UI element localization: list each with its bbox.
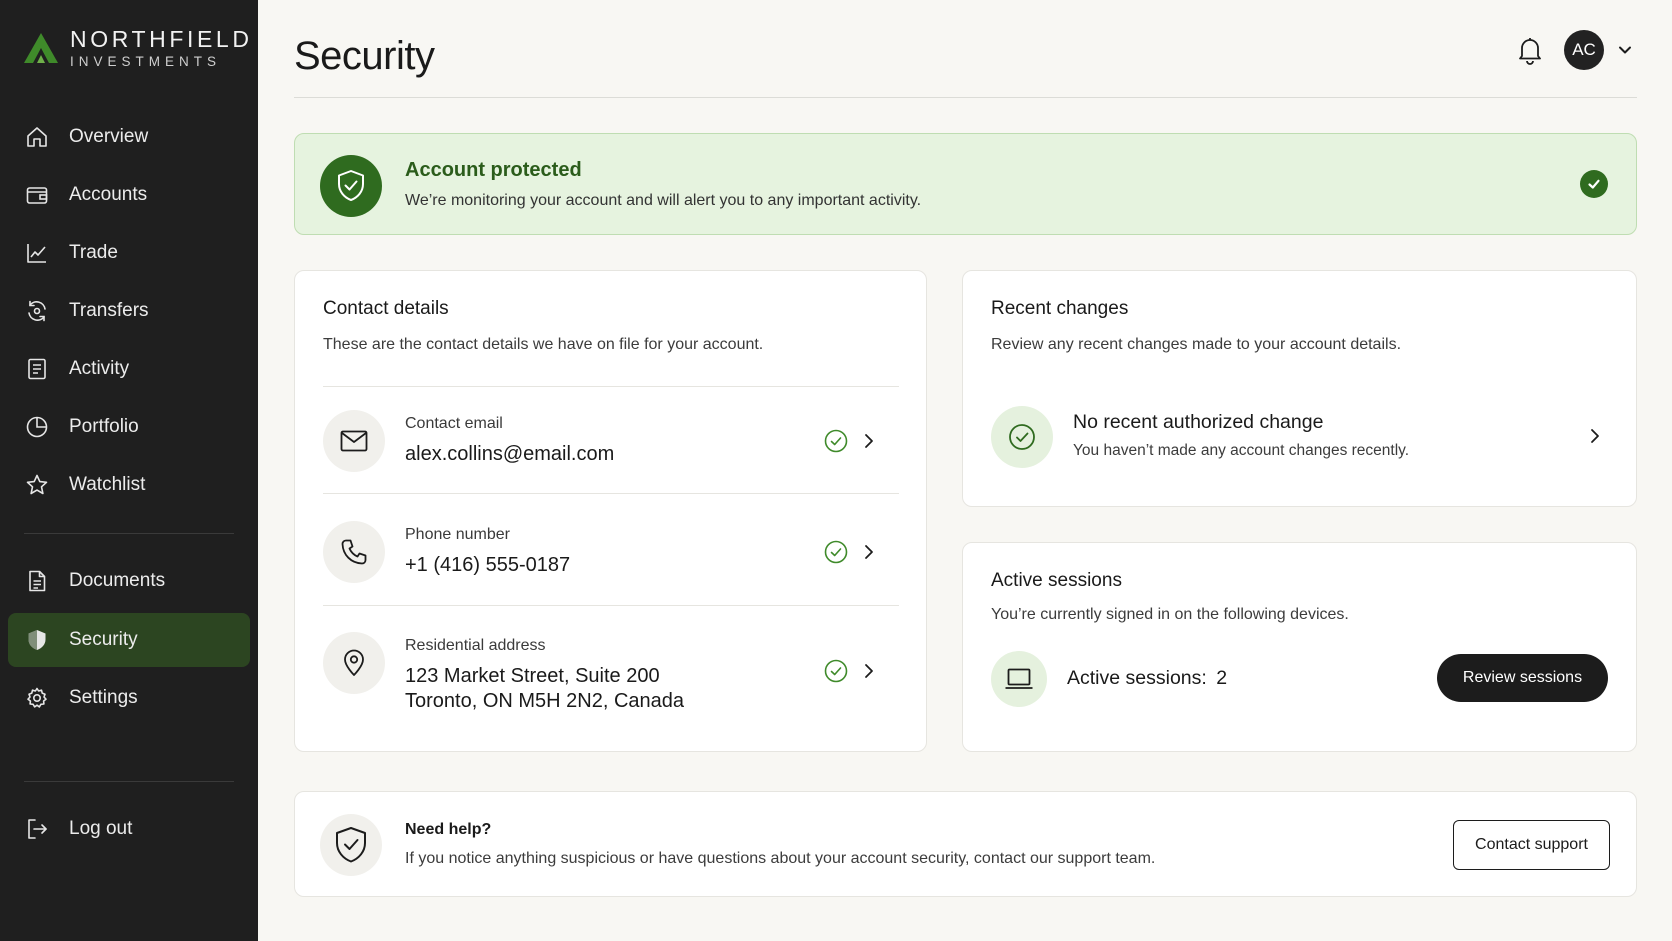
verified-check-icon — [824, 540, 848, 564]
location-pin-icon — [323, 632, 385, 694]
gear-icon — [24, 685, 50, 711]
mail-icon — [323, 410, 385, 472]
check-circle-icon — [991, 406, 1053, 468]
notifications-bell-icon[interactable] — [1516, 35, 1544, 65]
sidebar-item-portfolio[interactable]: Portfolio — [8, 400, 250, 454]
header-divider — [294, 97, 1637, 98]
phone-number-label: Phone number — [405, 526, 510, 543]
mountain-logo-icon — [24, 33, 58, 63]
sidebar-item-label: Overview — [69, 126, 149, 147]
laptop-icon — [991, 651, 1047, 707]
active-sessions-title: Active sessions — [991, 570, 1122, 591]
sidebar-item-watchlist[interactable]: Watchlist — [8, 458, 250, 512]
need-help-card: Need help? If you notice anything suspic… — [294, 791, 1637, 897]
verified-check-icon — [824, 429, 848, 453]
sidebar-item-trade[interactable]: Trade — [8, 226, 250, 280]
page-title: Security — [294, 34, 435, 78]
recent-change-title: No recent authorized change — [1073, 411, 1324, 433]
sidebar-divider — [24, 533, 234, 534]
chevron-down-icon[interactable] — [1616, 41, 1634, 59]
review-sessions-button[interactable]: Review sessions — [1437, 654, 1608, 702]
brand-logo[interactable]: NORTHFIELD INVESTMENTS — [24, 26, 253, 70]
star-icon — [24, 472, 50, 498]
chevron-right-icon[interactable] — [1588, 427, 1602, 445]
sidebar-item-label: Transfers — [69, 300, 149, 321]
row-divider — [323, 605, 899, 606]
sidebar-divider — [24, 781, 234, 782]
contact-support-button[interactable]: Contact support — [1453, 820, 1610, 870]
sidebar-item-label: Accounts — [69, 184, 148, 205]
avatar[interactable]: AC — [1564, 30, 1604, 70]
active-sessions-subtitle: You’re currently signed in on the follow… — [991, 606, 1349, 623]
sidebar-item-label: Portfolio — [69, 416, 139, 437]
shield-check-icon — [320, 814, 382, 876]
brand-subname: INVESTMENTS — [70, 54, 222, 69]
check-circle-icon — [1580, 170, 1608, 198]
logout-label: Log out — [69, 818, 133, 839]
sidebar-item-label: Watchlist — [69, 474, 146, 495]
sidebar-item-accounts[interactable]: Accounts — [8, 168, 250, 222]
sidebar-item-label: Settings — [69, 687, 138, 708]
chevron-right-icon[interactable] — [862, 432, 876, 450]
banner-title: Account protected — [405, 159, 582, 181]
contact-email-label: Contact email — [405, 415, 503, 432]
chart-line-icon — [24, 240, 50, 266]
list-icon — [24, 356, 50, 382]
verified-check-icon — [824, 659, 848, 683]
sidebar-item-overview[interactable]: Overview — [8, 110, 250, 164]
contact-details-subtitle: These are the contact details we have on… — [323, 336, 764, 353]
home-icon — [24, 124, 50, 150]
active-sessions-label-text: Active sessions: — [1067, 667, 1207, 689]
chevron-right-icon[interactable] — [862, 543, 876, 561]
residential-address-line2: Toronto, ON M5H 2N2, Canada — [405, 690, 685, 712]
active-sessions-card: Active sessions You’re currently signed … — [962, 542, 1637, 752]
need-help-subtitle: If you notice anything suspicious or hav… — [405, 850, 1156, 867]
sidebar-item-label: Security — [69, 629, 138, 650]
row-divider — [323, 386, 899, 387]
shield-check-icon — [320, 155, 382, 217]
recent-changes-title: Recent changes — [991, 298, 1129, 319]
contact-details-title: Contact details — [323, 298, 449, 319]
sidebar-item-label: Trade — [69, 242, 118, 263]
phone-icon — [323, 521, 385, 583]
brand-name: NORTHFIELD — [70, 26, 253, 52]
sidebar-item-settings[interactable]: Settings — [8, 671, 250, 725]
logout-icon — [24, 816, 50, 842]
row-divider — [323, 493, 899, 494]
sidebar-item-transfers[interactable]: Transfers — [8, 284, 250, 338]
sidebar-item-label: Documents — [69, 570, 166, 591]
chevron-right-icon[interactable] — [862, 662, 876, 680]
residential-address-label: Residential address — [405, 637, 546, 654]
account-protected-banner: Account protected We’re monitoring your … — [294, 133, 1637, 235]
recent-change-subtitle: You haven’t made any account changes rec… — [1073, 442, 1410, 459]
pie-icon — [24, 414, 50, 440]
recent-changes-subtitle: Review any recent changes made to your a… — [991, 336, 1402, 353]
phone-number-value: +1 (416) 555-0187 — [405, 554, 571, 576]
sidebar: NORTHFIELD INVESTMENTS Overview Accounts… — [0, 0, 258, 941]
active-sessions-count: 2 — [1216, 667, 1228, 689]
residential-address-line1: 123 Market Street, Suite 200 — [405, 665, 660, 687]
transfer-icon — [24, 298, 50, 324]
sidebar-item-documents[interactable]: Documents — [8, 554, 250, 608]
document-icon — [24, 568, 50, 594]
contact-details-card: Contact details These are the contact de… — [294, 270, 927, 752]
sidebar-item-activity[interactable]: Activity — [8, 342, 250, 396]
active-sessions-label: Active sessions: 2 — [1067, 666, 1227, 691]
need-help-title: Need help? — [405, 821, 492, 838]
shield-icon — [24, 627, 50, 653]
recent-changes-card: Recent changes Review any recent changes… — [962, 270, 1637, 507]
sidebar-item-security[interactable]: Security — [8, 613, 250, 667]
logout-button[interactable]: Log out — [8, 802, 250, 856]
banner-subtitle: We’re monitoring your account and will a… — [405, 192, 922, 209]
sidebar-item-label: Activity — [69, 358, 130, 379]
contact-email-value: alex.collins@email.com — [405, 443, 615, 465]
wallet-icon — [24, 182, 50, 208]
